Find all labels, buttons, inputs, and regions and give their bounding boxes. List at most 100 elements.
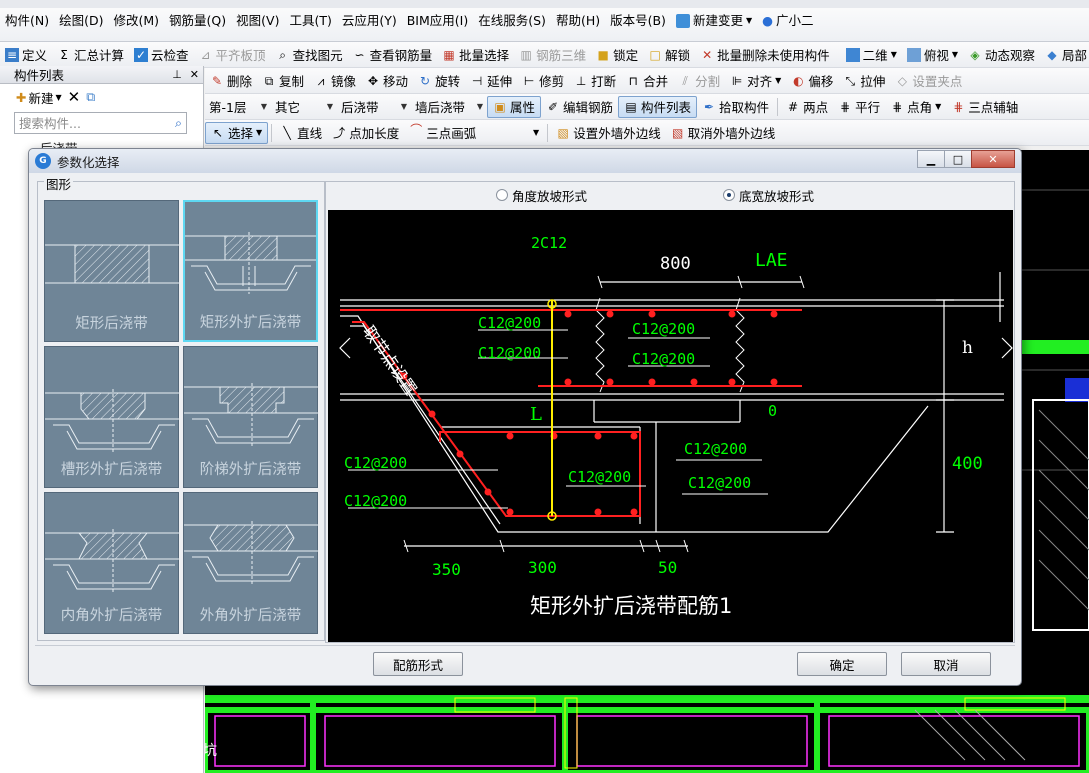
edit-rebar-button[interactable]: ✐ 编辑钢筋	[541, 96, 618, 118]
label-rebar: C12@200	[684, 440, 748, 458]
shape-caption: 矩形外扩后浇带	[199, 315, 302, 331]
mirror-button[interactable]: ⩘ 镜像	[309, 70, 361, 92]
radio-angle-slope[interactable]: 角度放坡形式	[496, 186, 587, 205]
pin-icon[interactable]: ⊥	[172, 68, 182, 81]
offset-button[interactable]: ◐ 偏移	[786, 70, 838, 92]
align-icon: ⊫	[731, 73, 743, 88]
ok-button[interactable]: 确定	[797, 652, 887, 676]
three-point-arc-dropdown[interactable]: ⌒ 三点画弧 ▼	[404, 122, 544, 144]
view-2d-dropdown[interactable]: 二维 ▼	[841, 44, 902, 66]
rotate-button[interactable]: ↻ 旋转	[413, 70, 465, 92]
close-icon[interactable]: ✕	[190, 68, 199, 81]
merge-button[interactable]: ⊓ 合并	[621, 70, 673, 92]
view-rebar-button[interactable]: ∽ 查看钢筋量	[348, 44, 438, 66]
align-slab-top-button[interactable]: ⊿ 平齐板顶	[194, 44, 271, 66]
minimize-icon[interactable]: ▁	[917, 150, 945, 168]
menu-component[interactable]: 构件(N)	[0, 10, 54, 32]
unlock-button[interactable]: □ 解锁	[643, 44, 695, 66]
line-button[interactable]: ╲ 直线	[275, 122, 327, 144]
menu-modify[interactable]: 修改(M)	[109, 10, 165, 32]
parametric-select-dialog: G 参数化选择 ▁ □ ✕ 图形 矩形后浇带 矩形外扩后浇带 槽形外扩后浇带 阶…	[28, 148, 1022, 686]
find-element-button[interactable]: ⌕ 查找图元	[271, 44, 348, 66]
menu-new-change[interactable]: 新建变更 ▼	[671, 10, 757, 32]
set-outer-wall-button[interactable]: ▧ 设置外墙外边线	[551, 122, 666, 144]
align-dropdown[interactable]: ⊫ 对齐 ▼	[725, 70, 786, 92]
set-grip-button[interactable]: ◇ 设置夹点	[890, 70, 967, 92]
component-list-button[interactable]: ▤ 构件列表	[618, 95, 698, 118]
batch-delete-icon: ✕	[702, 47, 713, 62]
new-component-button[interactable]: ✚ 新建 ▼	[16, 88, 62, 107]
component-select[interactable]: 墙后浇带 ▼	[411, 97, 487, 117]
delete-button[interactable]: ✎ 删除	[205, 70, 257, 92]
trim-icon: ⊢	[523, 73, 535, 88]
floor-select[interactable]: 第-1层 ▼	[205, 97, 271, 117]
shape-rect-expanded-strip[interactable]: 矩形外扩后浇带	[183, 200, 318, 342]
search-input[interactable]	[19, 115, 169, 131]
summary-calc-button[interactable]: Σ 汇总计算	[52, 44, 129, 66]
local-view-button[interactable]: ◆ 局部	[1040, 44, 1089, 66]
menu-help[interactable]: 帮助(H)	[551, 10, 605, 32]
two-point-axis-button[interactable]: # 两点	[781, 96, 833, 118]
grip-icon: ◇	[897, 73, 907, 88]
rebar-3d-button[interactable]: ▥ 钢筋三维	[514, 44, 591, 66]
chevron-down-icon: ▼	[55, 92, 62, 102]
cancel-outer-wall-button[interactable]: ▧ 取消外墙外边线	[666, 122, 781, 144]
radio-width-slope[interactable]: 底宽放坡形式	[723, 186, 814, 205]
menu-bim[interactable]: BIM应用(I)	[402, 10, 474, 32]
shape-groove-expanded-strip[interactable]: 槽形外扩后浇带	[44, 346, 180, 488]
parallel-axis-button[interactable]: ⋕ 平行	[833, 96, 885, 118]
menu-view[interactable]: 视图(V)	[231, 10, 284, 32]
extend-button[interactable]: ⊣ 延伸	[465, 70, 517, 92]
component-list-icon: ▤	[625, 99, 637, 114]
shape-rect-strip[interactable]: 矩形后浇带	[44, 200, 180, 342]
shape-step-expanded-strip[interactable]: 阶梯外扩后浇带	[183, 346, 319, 488]
point-angle-dropdown[interactable]: ⋕ 点角 ▼	[885, 96, 946, 118]
split-button[interactable]: ⫽ 分割	[673, 70, 725, 92]
delete-component-icon[interactable]: ✕	[68, 88, 81, 106]
dialog-titlebar[interactable]: G 参数化选择 ▁ □ ✕	[29, 149, 1021, 173]
find-icon: ⌕	[279, 47, 286, 62]
lock-button[interactable]: ■ 锁定	[591, 44, 643, 66]
dynamic-view-button[interactable]: ◈ 动态观察	[963, 44, 1040, 66]
menu-tools[interactable]: 工具(T)	[284, 10, 336, 32]
category-select[interactable]: 其它 ▼	[271, 97, 337, 117]
shape-outer-corner-strip[interactable]: 外角外扩后浇带	[183, 492, 319, 634]
type-select[interactable]: 后浇带 ▼	[337, 97, 411, 117]
menu-version[interactable]: 版本号(B)	[605, 10, 671, 32]
maximize-icon[interactable]: □	[944, 150, 972, 168]
batch-select-button[interactable]: ▦ 批量选择	[437, 44, 514, 66]
break-button[interactable]: ⊥ 打断	[569, 70, 621, 92]
copy-button[interactable]: ⧉ 复制	[257, 70, 309, 92]
define-button[interactable]: ≡ 定义	[0, 44, 52, 66]
cancel-button[interactable]: 取消	[901, 652, 991, 676]
radio-dot	[723, 189, 736, 201]
pick-component-button[interactable]: ✒ 拾取构件	[697, 96, 774, 118]
select-dropdown[interactable]: ↖ 选择 ▼	[205, 121, 269, 144]
menu-row: 构件(N) 绘图(D) 修改(M) 钢筋量(Q) 视图(V) 工具(T) 云应用…	[0, 10, 819, 32]
close-icon[interactable]: ✕	[971, 150, 1015, 168]
menu-draw[interactable]: 绘图(D)	[54, 10, 108, 32]
shape-inner-corner-strip[interactable]: 内角外扩后浇带	[44, 492, 180, 634]
top-view-dropdown[interactable]: 俯视 ▼	[902, 44, 963, 66]
menu-rebar-quantity[interactable]: 钢筋量(Q)	[164, 10, 231, 32]
label-rebar: C12@200	[632, 320, 696, 338]
menu-cloud[interactable]: 云应用(Y)	[337, 10, 402, 32]
properties-button[interactable]: ▣ 属性	[487, 95, 542, 118]
edit-rebar-icon: ✐	[547, 99, 559, 114]
trim-button[interactable]: ⊢ 修剪	[517, 70, 569, 92]
break-icon: ⊥	[575, 73, 587, 88]
search-icon[interactable]: ⌕	[175, 115, 182, 131]
three-point-axis-button[interactable]: ⋕ 三点辅轴	[946, 96, 1023, 118]
point-length-button[interactable]: ⤴ 点加长度	[327, 122, 404, 144]
arc-label-wrap: ⌒ 三点画弧	[410, 123, 477, 141]
title-strip	[0, 0, 1089, 8]
menu-assistant[interactable]: ● 广小二	[757, 10, 818, 32]
stretch-button[interactable]: ⤡ 拉伸	[838, 70, 890, 92]
rebar-form-button[interactable]: 配筋形式	[373, 652, 463, 676]
move-button[interactable]: ✥ 移动	[361, 70, 413, 92]
copy-component-icon[interactable]: ⧉	[86, 89, 95, 105]
batch-delete-button[interactable]: ✕ 批量删除未使用构件	[695, 44, 835, 66]
menu-online-service[interactable]: 在线服务(S)	[473, 10, 551, 32]
cloud-check-button[interactable]: ✓ 云检查	[129, 44, 194, 66]
toolbar-separator	[271, 123, 273, 142]
